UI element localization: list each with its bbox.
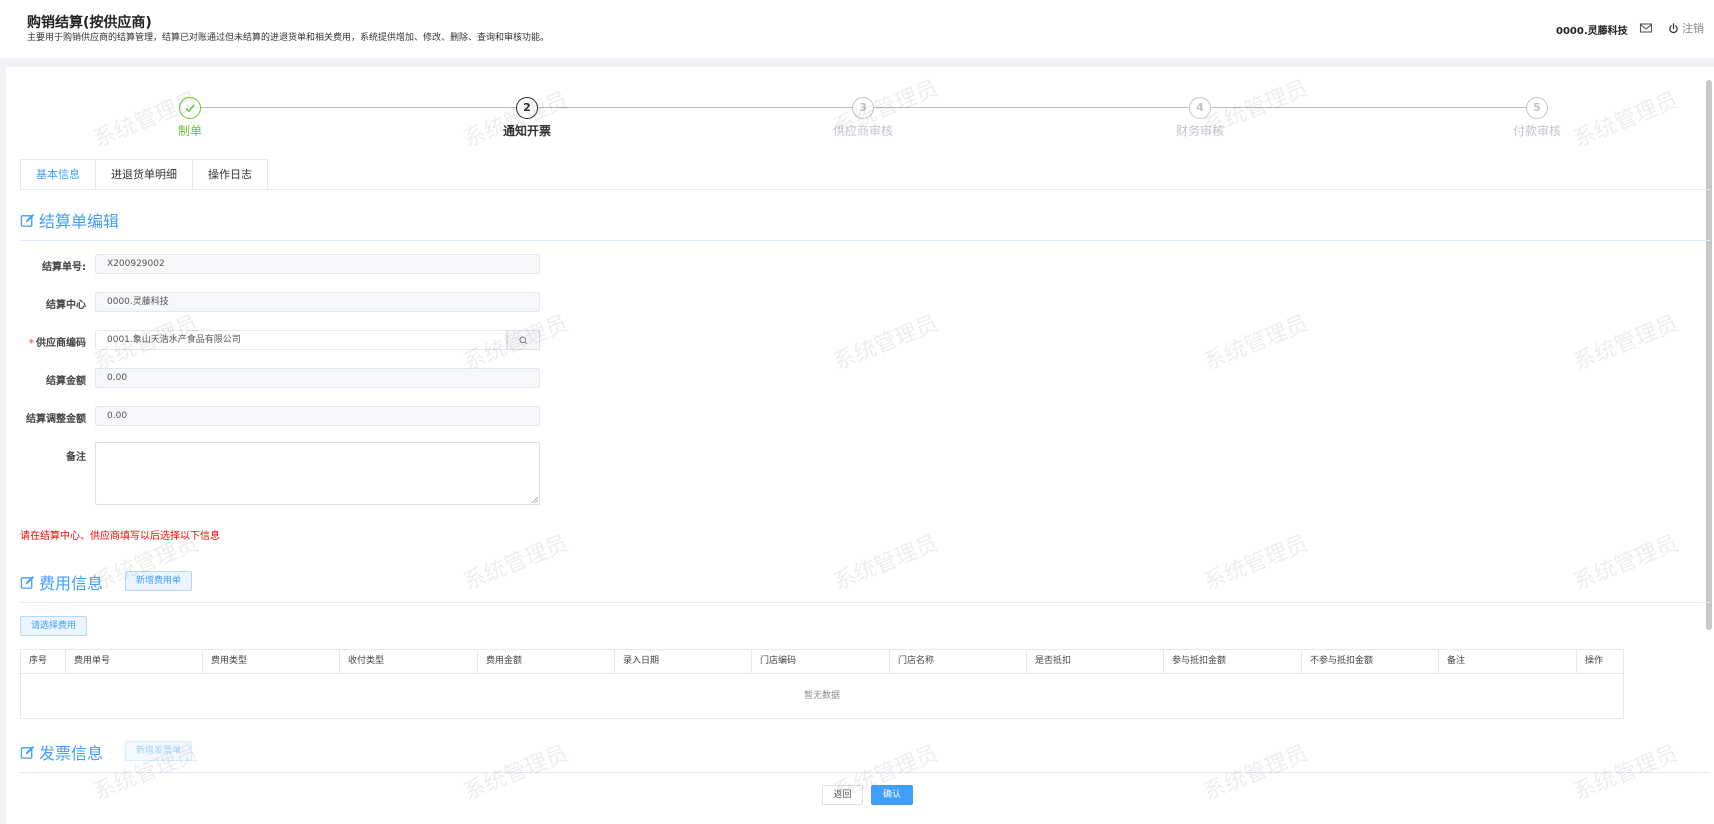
column-header: 不参与抵扣金额 — [1302, 650, 1439, 673]
fee-section-title: 费用信息 — [20, 570, 103, 594]
edit-icon — [20, 745, 35, 759]
check-icon — [179, 97, 201, 119]
current-user[interactable]: 0000.灵藤科技 — [1556, 22, 1628, 37]
select-fee-button[interactable]: 请选择费用 — [20, 616, 88, 636]
column-header: 费用类型 — [203, 650, 340, 673]
bill-no-field[interactable]: X200929002 — [95, 254, 540, 274]
adjust-amount-field[interactable]: 0.00 — [95, 406, 540, 426]
edit-icon — [20, 213, 35, 227]
resize-handle-icon[interactable] — [531, 496, 538, 503]
step-3: 3 供应商审核 — [803, 97, 923, 139]
tab-goods-detail[interactable]: 进退货单明细 — [96, 159, 193, 190]
add-invoice-button[interactable]: 新增发票单 — [125, 741, 193, 761]
amount-field[interactable]: 0.00 — [95, 368, 540, 388]
tab-operation-log[interactable]: 操作日志 — [193, 159, 268, 190]
supplier-search-button[interactable] — [507, 330, 540, 350]
logout-label: 注销 — [1682, 22, 1704, 35]
invoice-section-title: 发票信息 — [20, 740, 103, 764]
remark-label: 备注 — [66, 452, 86, 463]
column-header: 收付类型 — [340, 650, 478, 673]
supplier-field[interactable]: 0001.象山天浩水产食品有限公司 — [95, 330, 507, 350]
step-number: 3 — [852, 97, 874, 119]
add-fee-button[interactable]: 新增费用单 — [125, 571, 193, 591]
step-label: 财务审核 — [1175, 124, 1224, 138]
search-icon — [519, 335, 528, 344]
back-button[interactable]: 返回 — [822, 785, 863, 805]
empty-state: 暂无数据 — [803, 691, 840, 701]
center-field[interactable]: 0000.灵藤科技 — [95, 292, 540, 312]
step-label: 付款审核 — [1512, 124, 1561, 138]
power-icon — [1669, 22, 1678, 33]
step-label: 供应商审核 — [832, 124, 893, 138]
remark-textarea[interactable] — [95, 442, 540, 505]
column-header: 备注 — [1439, 650, 1577, 673]
column-header: 操作 — [1585, 656, 1604, 666]
step-label: 通知开票 — [502, 124, 551, 138]
fee-table: 序号 费用单号 费用类型 收付类型 费用金额 录入日期 门店编码 门店名称 是否抵扣 参与抵扣金额… — [20, 649, 1624, 719]
settlement-title-text: 结算单编辑 — [39, 212, 120, 231]
supplier-label-text: 供应商编码 — [36, 338, 86, 349]
center-label: 结算中心 — [46, 300, 86, 311]
invoice-title-text: 发票信息 — [39, 744, 104, 763]
column-header: 录入日期 — [615, 650, 752, 673]
fee-divider — [20, 602, 1710, 603]
top-header: 购销结算(按供应商) 主要用于购销供应商的结算管理，结算已对账通过但未结算的进退… — [0, 0, 1714, 58]
fee-table-header: 序号 费用单号 费用类型 收付类型 费用金额 录入日期 门店编码 门店名称 是否抵扣 参与抵扣金额… — [21, 650, 1623, 674]
column-header: 费用单号 — [66, 650, 203, 673]
logout-button[interactable]: 注销 — [1668, 20, 1704, 36]
column-header: 费用金额 — [478, 650, 615, 673]
settlement-divider — [20, 240, 1710, 241]
supplier-label: * 供应商编码 — [20, 334, 86, 349]
invoice-divider — [20, 772, 1710, 773]
step-number: 2 — [516, 97, 538, 119]
adjust-amount-label: 结算调整金额 — [26, 414, 86, 425]
edit-icon — [20, 575, 35, 589]
column-header: 门店名称 — [890, 650, 1027, 673]
tab-bar: 基本信息 进退货单明细 操作日志 — [20, 159, 268, 190]
page-title: 购销结算(按供应商) — [27, 15, 152, 31]
settlement-section-title: 结算单编辑 — [20, 208, 119, 232]
step-number: 5 — [1526, 97, 1548, 119]
fill-warning: 请在结算中心、供应商填写以后选择以下信息 — [20, 531, 220, 542]
confirm-button[interactable]: 确认 — [871, 785, 913, 805]
vertical-scrollbar[interactable] — [1706, 80, 1712, 630]
bill-no-label: 结算单号: — [42, 262, 86, 273]
column-header: 是否抵扣 — [1027, 650, 1164, 673]
tab-basic-info[interactable]: 基本信息 — [20, 159, 96, 190]
mail-icon[interactable] — [1639, 21, 1653, 35]
amount-label: 结算金额 — [46, 376, 86, 387]
tab-divider — [20, 189, 1710, 190]
fee-title-text: 费用信息 — [39, 574, 104, 593]
step-1: 制单 — [130, 97, 250, 139]
step-label: 制单 — [177, 124, 202, 138]
step-2: 2 通知开票 — [467, 97, 587, 139]
page-description: 主要用于购销供应商的结算管理，结算已对账通过但未结算的进退货单和相关费用，系统提… — [27, 33, 550, 43]
step-5: 5 付款审核 — [1477, 97, 1597, 139]
required-mark: * — [28, 338, 34, 349]
step-4: 4 财务审核 — [1140, 97, 1260, 139]
column-header: 门店编码 — [752, 650, 890, 673]
step-number: 4 — [1189, 97, 1211, 119]
column-header: 参与抵扣金额 — [1164, 650, 1302, 673]
column-header: 序号 — [21, 650, 66, 673]
